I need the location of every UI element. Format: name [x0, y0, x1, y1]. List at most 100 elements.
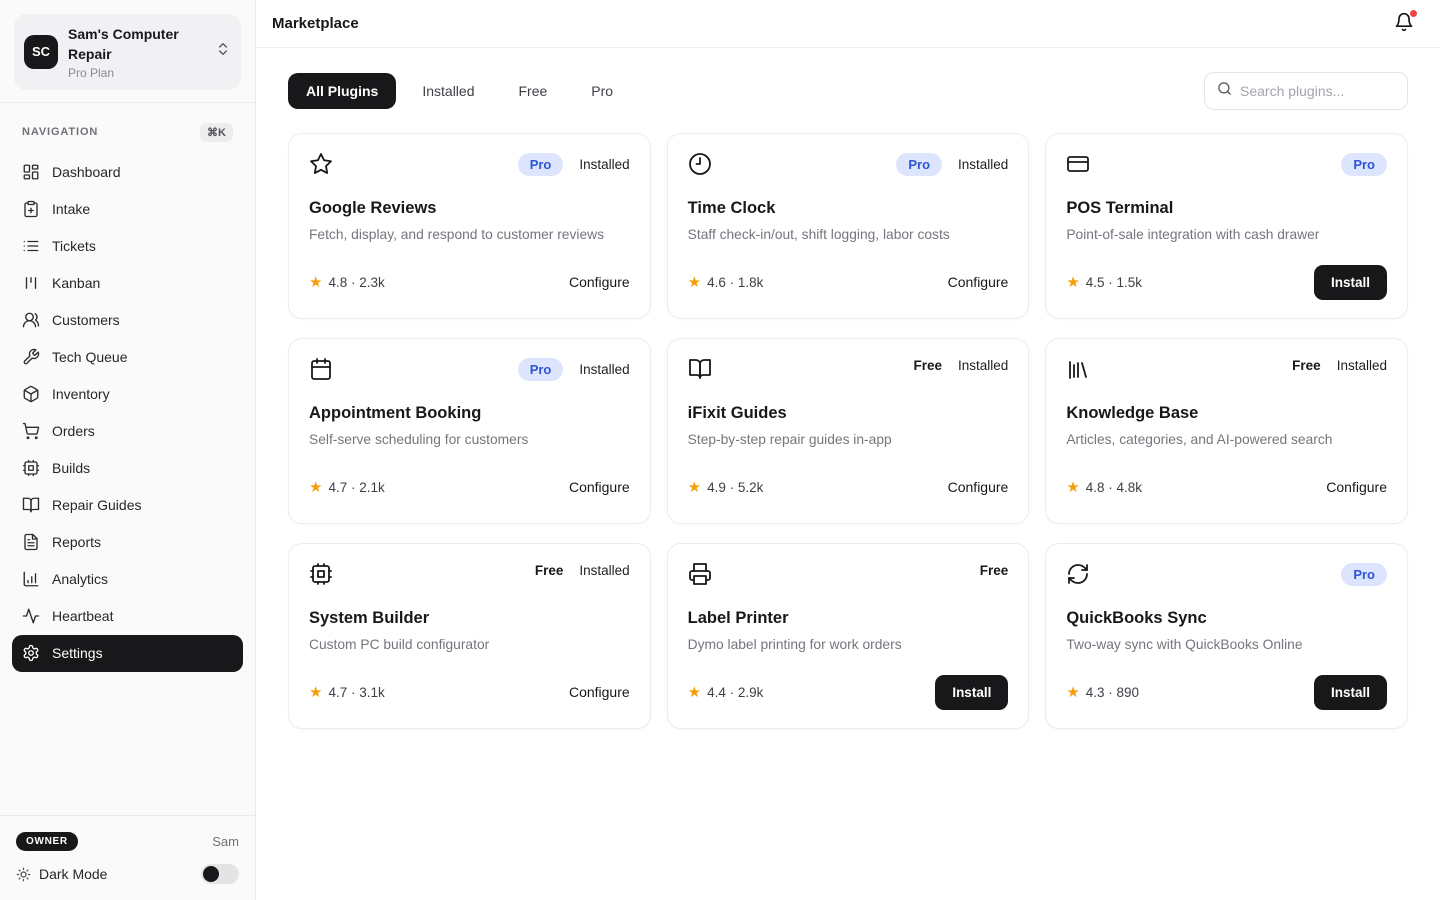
filter-row: All Plugins Installed Free Pro	[288, 72, 1408, 110]
main-area: Marketplace All Plugins Installed Free P…	[256, 0, 1440, 900]
sync-icon	[1066, 562, 1090, 586]
chevrons-up-down-icon	[215, 41, 231, 62]
sidebar-item-settings[interactable]: Settings	[12, 635, 243, 672]
pro-badge: Pro	[518, 153, 564, 176]
printer-icon	[688, 562, 712, 586]
filter-tabs: All Plugins Installed Free Pro	[288, 73, 631, 109]
sidebar-item-tech-queue[interactable]: Tech Queue	[12, 339, 243, 376]
plugin-card-system-builder: Free Installed System Builder Custom PC …	[288, 543, 651, 729]
clipboard-plus-icon	[22, 200, 40, 218]
gear-icon	[22, 644, 40, 662]
rating-star-icon: ★	[1066, 480, 1079, 495]
cpu-icon	[309, 562, 333, 586]
notifications-button[interactable]	[1392, 10, 1416, 37]
plugin-rating: ★ 4.9 · 5.2k	[688, 480, 764, 495]
workspace-plan: Pro Plan	[68, 66, 205, 80]
plugin-card-appointment-booking: Pro Installed Appointment Booking Self-s…	[288, 338, 651, 524]
plugin-description: Self-serve scheduling for customers	[309, 430, 630, 449]
notification-dot	[1410, 10, 1417, 17]
pro-badge: Pro	[518, 358, 564, 381]
rating-text: 4.7 · 2.1k	[328, 480, 384, 495]
workspace-switcher[interactable]: SC Sam's Computer Repair Pro Plan	[14, 14, 241, 90]
install-button[interactable]: Install	[935, 675, 1008, 710]
sidebar-item-inventory[interactable]: Inventory	[12, 376, 243, 413]
tab-pro[interactable]: Pro	[573, 73, 631, 109]
configure-button[interactable]: Configure	[948, 274, 1009, 290]
rating-star-icon: ★	[309, 275, 322, 290]
rating-star-icon: ★	[309, 685, 322, 700]
sidebar-item-builds[interactable]: Builds	[12, 450, 243, 487]
command-k-shortcut-badge: ⌘K	[200, 123, 233, 142]
search-input[interactable]	[1240, 83, 1395, 99]
free-badge: Free	[1292, 358, 1321, 373]
plugin-description: Step-by-step repair guides in-app	[688, 430, 1009, 449]
plugin-rating: ★4.5 · 1.5k	[1066, 275, 1142, 290]
installed-badge: Installed	[579, 157, 629, 172]
plugin-name: QuickBooks Sync	[1066, 609, 1387, 628]
configure-button[interactable]: Configure	[569, 479, 630, 495]
tab-all-plugins[interactable]: All Plugins	[288, 73, 396, 109]
sidebar-item-intake[interactable]: Intake	[12, 191, 243, 228]
workspace-name: Sam's Computer Repair	[68, 24, 205, 65]
sidebar-item-label: Settings	[52, 645, 103, 661]
rating-star-icon: ★	[688, 480, 701, 495]
installed-badge: Installed	[958, 358, 1008, 373]
plugin-description: Staff check-in/out, shift logging, labor…	[688, 225, 1009, 244]
installed-badge: Installed	[579, 362, 629, 377]
install-button[interactable]: Install	[1314, 675, 1387, 710]
sidebar-item-tickets[interactable]: Tickets	[12, 228, 243, 265]
nav-section: NAVIGATION ⌘K Dashboard Intake Tickets K…	[0, 102, 255, 815]
pro-badge: Pro	[1341, 153, 1387, 176]
sidebar-item-label: Reports	[52, 534, 101, 550]
page-title: Marketplace	[272, 15, 359, 32]
installed-badge: Installed	[958, 157, 1008, 172]
rating-text: 4.8 · 4.8k	[1086, 480, 1142, 495]
credit-card-icon	[1066, 152, 1090, 176]
sidebar-item-dashboard[interactable]: Dashboard	[12, 154, 243, 191]
navigation-label: NAVIGATION	[22, 126, 98, 138]
sidebar-item-analytics[interactable]: Analytics	[12, 561, 243, 598]
users-icon	[22, 311, 40, 329]
search-box	[1204, 72, 1408, 110]
dark-mode-toggle[interactable]	[201, 864, 239, 884]
sidebar-item-kanban[interactable]: Kanban	[12, 265, 243, 302]
plugin-rating: ★4.6 · 1.8k	[688, 275, 764, 290]
plugin-description: Custom PC build configurator	[309, 635, 630, 654]
rating-star-icon: ★	[1066, 685, 1079, 700]
sidebar-item-label: Dashboard	[52, 164, 121, 180]
plugin-card-label-printer: Free Label Printer Dymo label printing f…	[667, 543, 1030, 729]
sidebar-item-orders[interactable]: Orders	[12, 413, 243, 450]
bar-chart-icon	[22, 570, 40, 588]
sidebar-item-label: Repair Guides	[52, 497, 142, 513]
rating-text: 4.4 · 2.9k	[707, 685, 763, 700]
toggle-knob	[203, 866, 219, 882]
sidebar-item-heartbeat[interactable]: Heartbeat	[12, 598, 243, 635]
dark-mode-row: Dark Mode	[16, 862, 239, 886]
plugin-card-pos-terminal: Pro POS Terminal Point-of-sale integrati…	[1045, 133, 1408, 319]
configure-button[interactable]: Configure	[1326, 479, 1387, 495]
configure-button[interactable]: Configure	[569, 684, 630, 700]
shopping-cart-icon	[22, 422, 40, 440]
rating-text: 4.5 · 1.5k	[1086, 275, 1142, 290]
sidebar-item-customers[interactable]: Customers	[12, 302, 243, 339]
wrench-icon	[22, 348, 40, 366]
sidebar-item-repair-guides[interactable]: Repair Guides	[12, 487, 243, 524]
installed-badge: Installed	[1337, 358, 1387, 373]
configure-button[interactable]: Configure	[569, 274, 630, 290]
configure-button[interactable]: Configure	[948, 479, 1009, 495]
sidebar-item-reports[interactable]: Reports	[12, 524, 243, 561]
install-button[interactable]: Install	[1314, 265, 1387, 300]
plugin-name: Knowledge Base	[1066, 404, 1387, 423]
plugin-rating: ★4.7 · 3.1k	[309, 685, 385, 700]
tab-free[interactable]: Free	[501, 73, 566, 109]
plugin-name: POS Terminal	[1066, 199, 1387, 218]
list-icon	[22, 237, 40, 255]
plugin-rating: ★ 4.8 · 4.8k	[1066, 480, 1142, 495]
marketplace-content: All Plugins Installed Free Pro	[256, 48, 1440, 729]
rating-star-icon: ★	[309, 480, 322, 495]
plugin-name: Appointment Booking	[309, 404, 630, 423]
cpu-icon	[22, 459, 40, 477]
tab-installed[interactable]: Installed	[404, 73, 492, 109]
rating-text: 4.9 · 5.2k	[707, 480, 763, 495]
file-text-icon	[22, 533, 40, 551]
